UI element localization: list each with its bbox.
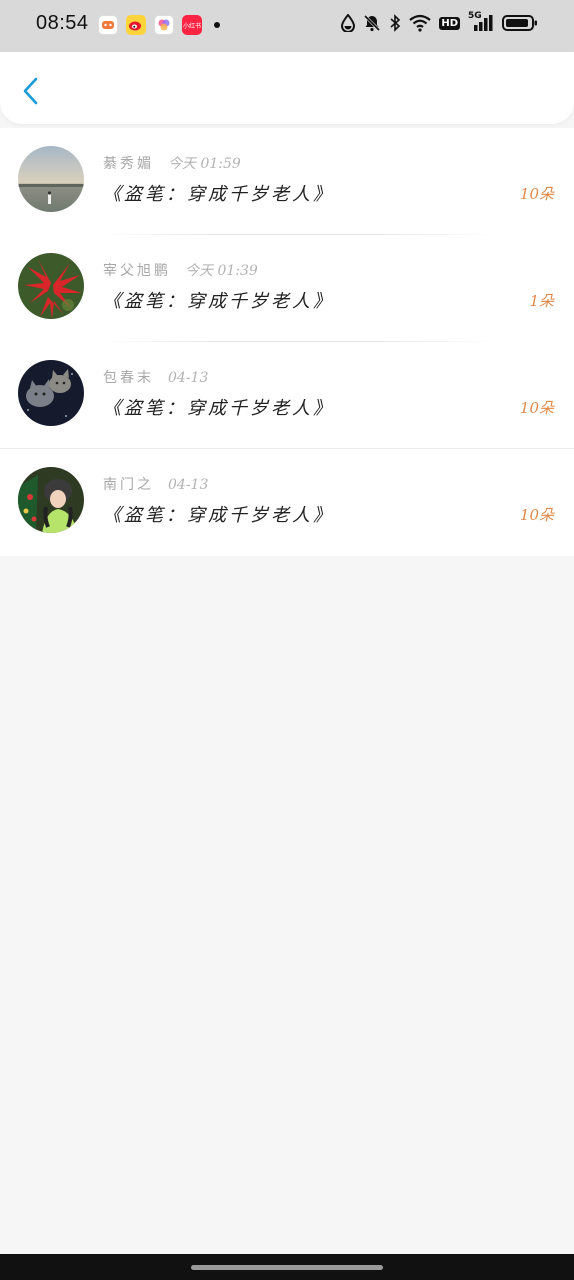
home-indicator[interactable] xyxy=(191,1265,383,1270)
timestamp: 今天 01:39 xyxy=(185,263,258,279)
status-bar: 08:54 小红书 HD 5G xyxy=(0,0,574,52)
chevron-left-icon xyxy=(23,77,38,105)
flower-count: 10朵 xyxy=(519,399,554,417)
author-name: 宰父旭鹏 xyxy=(103,263,171,279)
screen: 08:54 小红书 HD 5G 綦秀媚 今天 01:59 《盗笔：穿成千岁老人》… xyxy=(0,0,574,1280)
book-title: 《盗笔：穿成千岁老人》 xyxy=(103,184,334,205)
item-meta: 南门之 04-13 xyxy=(103,474,208,494)
author-name: 南门之 xyxy=(103,477,154,493)
timestamp: 04-13 xyxy=(168,370,209,386)
item-meta: 綦秀媚 今天 01:59 xyxy=(103,153,241,173)
list-item[interactable]: 南门之 04-13 《盗笔：穿成千岁老人》 10朵 xyxy=(0,449,574,556)
avatar[interactable] xyxy=(18,253,84,319)
5g-signal-icon: 5G xyxy=(468,11,494,32)
weibo-icon xyxy=(126,15,146,35)
drop-icon xyxy=(341,14,356,32)
mute-bell-icon xyxy=(363,14,381,32)
wifi-icon xyxy=(409,14,432,32)
item-meta: 宰父旭鹏 今天 01:39 xyxy=(103,260,258,280)
notification-icons: 小红书 xyxy=(98,15,220,35)
photos-icon xyxy=(154,15,174,35)
bluetooth-icon xyxy=(389,14,401,32)
avatar[interactable] xyxy=(18,146,84,212)
cats-avatar xyxy=(18,360,84,426)
book-title: 《盗笔：穿成千岁老人》 xyxy=(103,505,334,526)
item-meta: 包春末 04-13 xyxy=(103,367,208,387)
avatar[interactable] xyxy=(18,360,84,426)
header xyxy=(0,52,574,124)
flower-count: 10朵 xyxy=(519,506,554,524)
game-center-icon xyxy=(98,15,118,35)
list-item[interactable]: 宰父旭鹏 今天 01:39 《盗笔：穿成千岁老人》 1朵 xyxy=(0,235,574,342)
timestamp: 今天 01:59 xyxy=(168,156,241,172)
book-title: 《盗笔：穿成千岁老人》 xyxy=(103,398,334,419)
timestamp: 04-13 xyxy=(168,477,209,493)
list-item[interactable]: 綦秀媚 今天 01:59 《盗笔：穿成千岁老人》 10朵 xyxy=(0,128,574,235)
list-item[interactable]: 包春末 04-13 《盗笔：穿成千岁老人》 10朵 xyxy=(0,342,574,449)
message-list: 綦秀媚 今天 01:59 《盗笔：穿成千岁老人》 10朵 宰父旭鹏今天 01:3… xyxy=(0,128,574,556)
xiaohongshu-icon: 小红书 xyxy=(182,15,202,35)
flower-count: 10朵 xyxy=(519,185,554,203)
avatar[interactable] xyxy=(18,467,84,533)
red-leaves-avatar xyxy=(18,253,84,319)
more-notifications-dot xyxy=(214,22,220,28)
flower-count: 1朵 xyxy=(529,292,554,310)
system-nav-bar xyxy=(0,1254,574,1280)
hd-icon: HD xyxy=(439,16,460,30)
author-name: 包春末 xyxy=(103,370,154,386)
battery-icon xyxy=(502,14,538,32)
lake-photo-avatar xyxy=(18,146,84,212)
system-icons: HD 5G xyxy=(341,11,538,32)
author-name: 綦秀媚 xyxy=(103,156,154,172)
girl-christmas-avatar xyxy=(18,467,84,533)
back-button[interactable] xyxy=(18,76,44,106)
status-time: 08:54 xyxy=(36,12,89,34)
book-title: 《盗笔：穿成千岁老人》 xyxy=(103,291,334,312)
